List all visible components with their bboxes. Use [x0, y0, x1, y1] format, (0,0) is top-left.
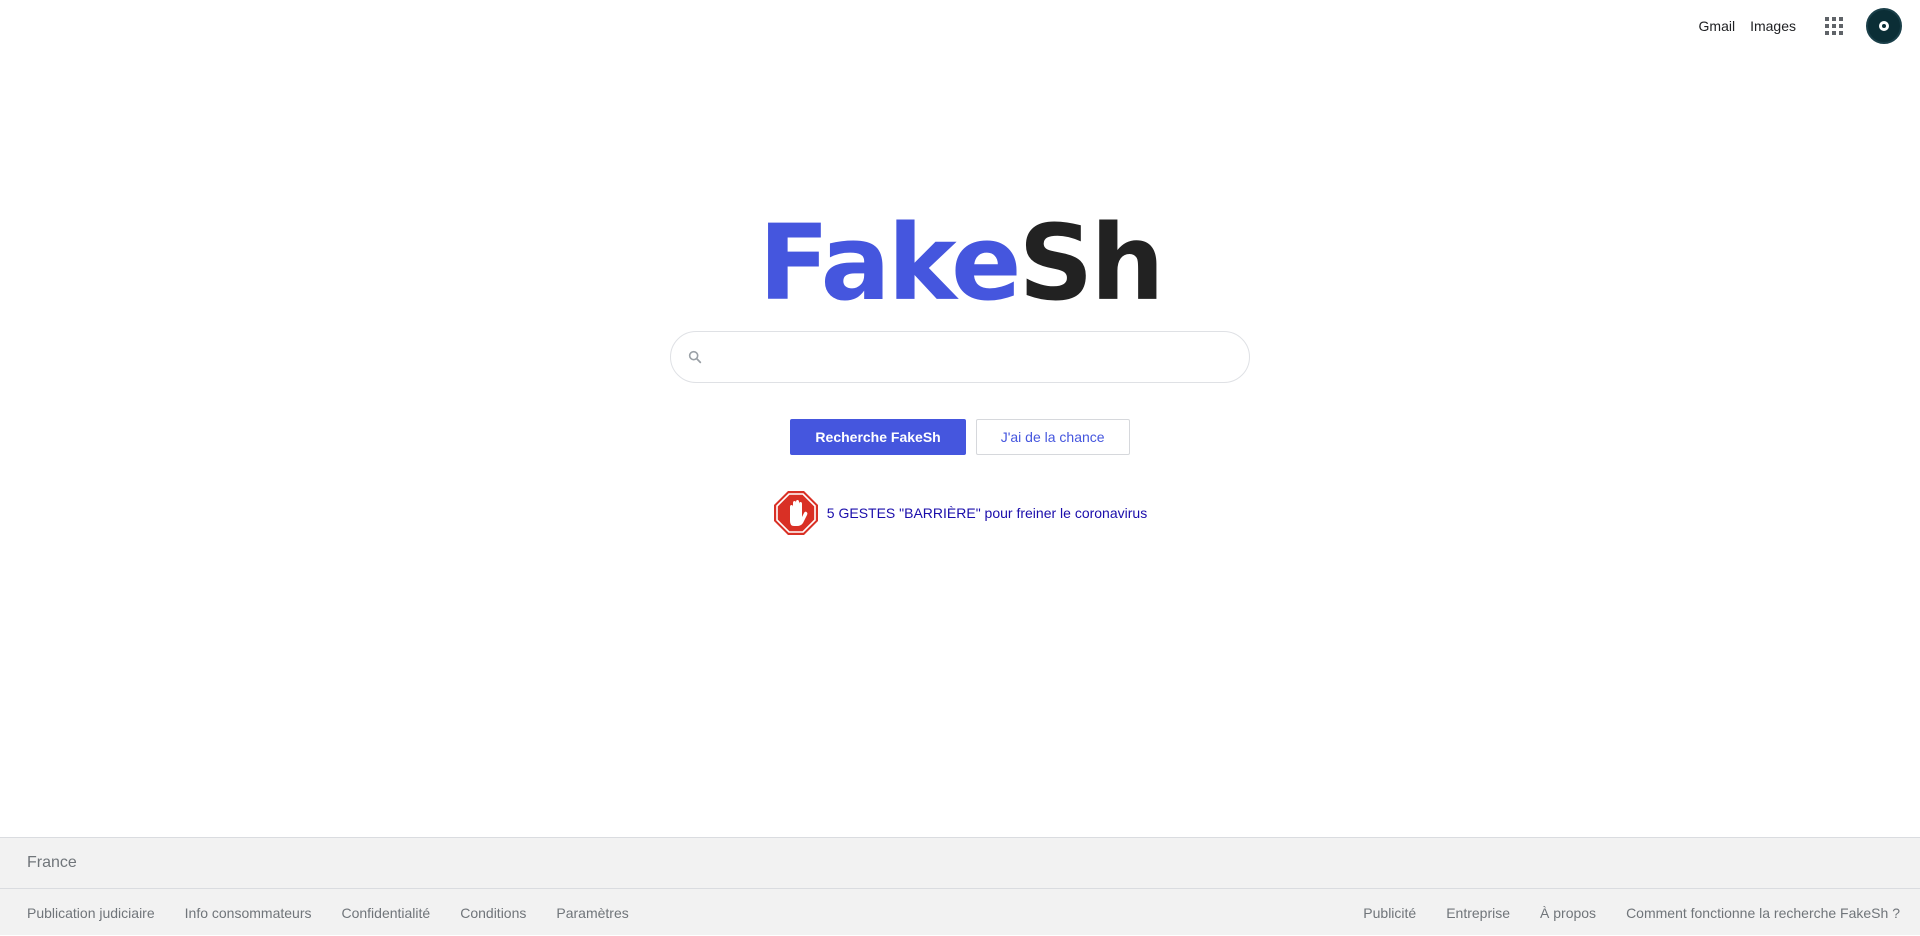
footer: France Publication judiciaire Info conso… — [0, 837, 1920, 935]
search-buttons: Recherche FakeSh J'ai de la chance — [0, 419, 1920, 455]
search-button[interactable]: Recherche FakeSh — [790, 419, 966, 455]
footer-left-links: Publication judiciaire Info consommateur… — [0, 905, 659, 921]
footer-link-conditions[interactable]: Conditions — [460, 905, 526, 921]
search-input[interactable] — [717, 337, 1249, 377]
search-icon — [685, 347, 705, 367]
footer-link-a-propos[interactable]: À propos — [1540, 905, 1596, 921]
footer-right-links: Publicité Entreprise À propos Comment fo… — [1333, 905, 1920, 921]
footer-link-how-search-works[interactable]: Comment fonctionne la recherche FakeSh ? — [1626, 905, 1900, 921]
images-link[interactable]: Images — [1750, 18, 1796, 34]
gmail-link[interactable]: Gmail — [1699, 18, 1736, 34]
apps-button[interactable] — [1814, 6, 1854, 46]
footer-link-info-consommateurs[interactable]: Info consommateurs — [185, 905, 312, 921]
apps-grid-icon — [1825, 17, 1843, 35]
stop-hand-icon — [773, 490, 819, 536]
logo-part-1: Fake — [758, 202, 1022, 324]
footer-link-parametres[interactable]: Paramètres — [556, 905, 628, 921]
account-avatar[interactable] — [1866, 8, 1902, 44]
logo-part-2: Sh — [1018, 202, 1165, 324]
avatar-icon — [1879, 21, 1889, 31]
lucky-button[interactable]: J'ai de la chance — [975, 419, 1130, 455]
footer-link-entreprise[interactable]: Entreprise — [1446, 905, 1510, 921]
promo-link[interactable]: 5 GESTES "BARRIÈRE" pour freiner le coro… — [827, 505, 1147, 521]
footer-country: France — [0, 838, 1920, 889]
footer-link-publicite[interactable]: Publicité — [1363, 905, 1416, 921]
footer-link-confidentialite[interactable]: Confidentialité — [341, 905, 430, 921]
top-bar: Gmail Images — [1684, 0, 1920, 52]
logo: FakeSh — [0, 203, 1920, 323]
footer-links: Publication judiciaire Info consommateur… — [0, 889, 1920, 936]
promo-banner: 5 GESTES "BARRIÈRE" pour freiner le coro… — [0, 490, 1920, 536]
search-box[interactable] — [670, 331, 1250, 383]
footer-link-publication[interactable]: Publication judiciaire — [27, 905, 155, 921]
